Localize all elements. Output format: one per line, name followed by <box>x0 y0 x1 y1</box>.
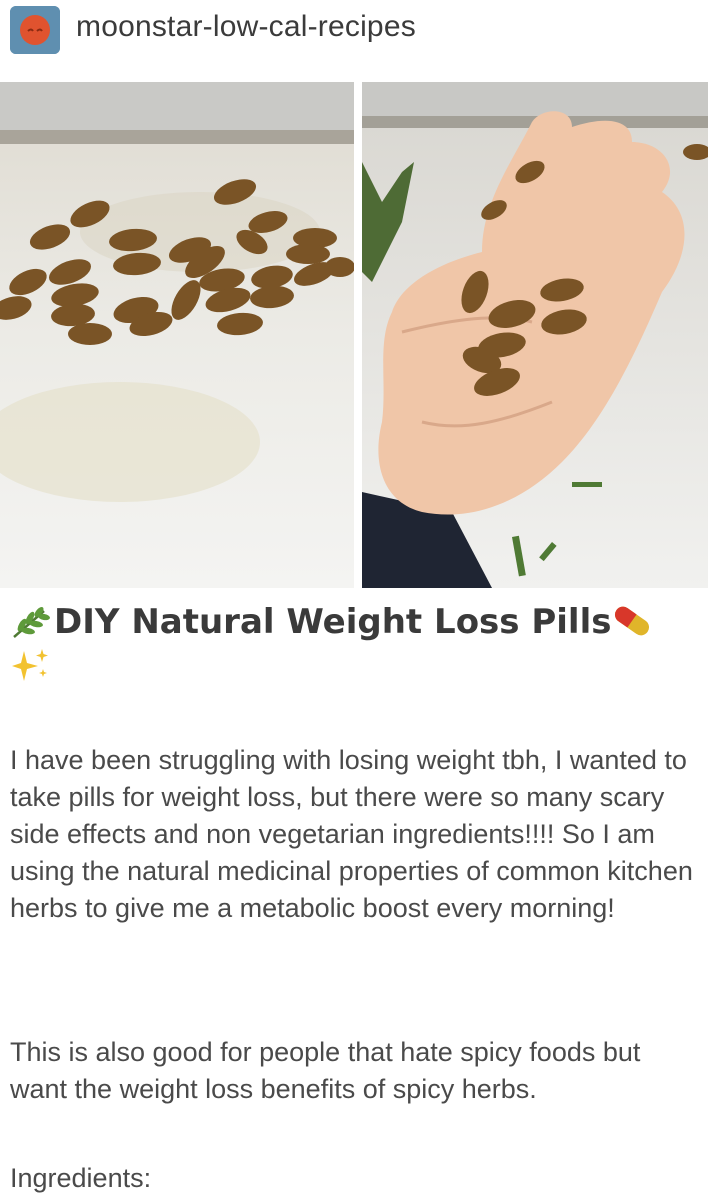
title-text: DIY Natural Weight Loss Pills <box>54 602 612 642</box>
post-title: DIY Natural Weight Loss Pills <box>10 600 670 688</box>
pill-icon <box>611 603 653 639</box>
pills-in-hand-photo[interactable] <box>362 82 708 588</box>
photo-set <box>0 82 708 588</box>
ingredients-label: Ingredients: <box>10 1163 152 1193</box>
post-header: moonstar-low-cal-recipes <box>0 0 708 60</box>
herb-icon <box>10 607 54 639</box>
blog-avatar[interactable] <box>10 6 60 54</box>
post-paragraph: I have been struggling with losing weigh… <box>10 745 693 923</box>
blog-name-link[interactable]: moonstar-low-cal-recipes <box>76 10 416 44</box>
post-paragraph: This is also good for people that hate s… <box>10 1037 641 1104</box>
sparkles-icon <box>10 647 52 683</box>
pills-on-cloth-photo[interactable] <box>0 82 354 588</box>
